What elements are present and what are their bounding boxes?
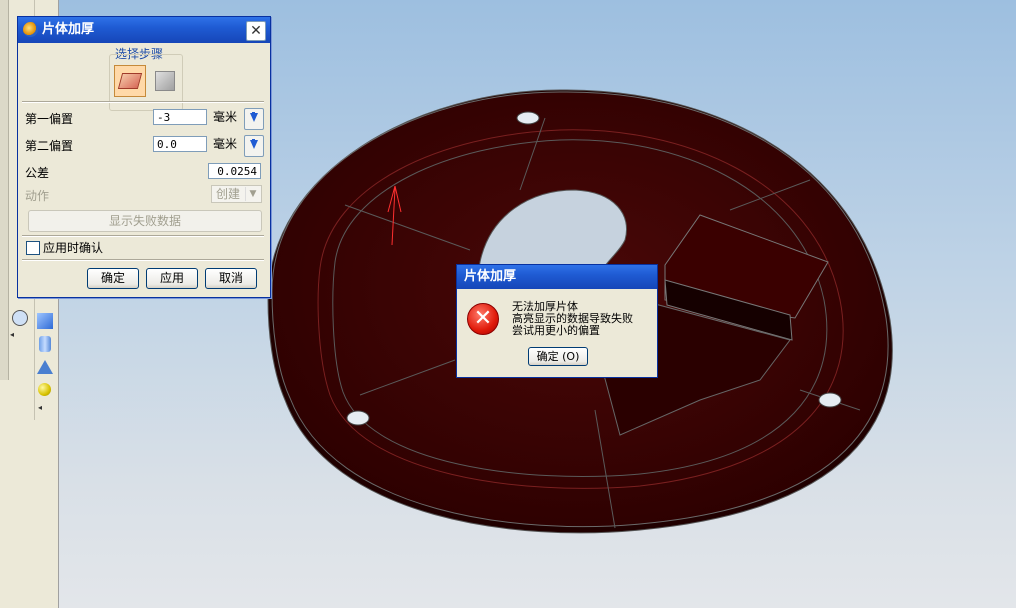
divider xyxy=(22,101,264,103)
bolt-hole xyxy=(346,410,370,426)
close-icon[interactable]: ✕ xyxy=(246,21,266,41)
down-arrow-icon xyxy=(250,140,258,149)
error-title-bar[interactable]: 片体加厚 xyxy=(457,265,657,289)
ok-button[interactable]: 确定 xyxy=(87,268,139,289)
cancel-button[interactable]: 取消 xyxy=(205,268,257,289)
thicken-sheet-dialog: 片体加厚 ✕ 选择步骤 第一偏置 -3 毫米 第二偏置 0.0 毫米 公差 0.… xyxy=(17,16,271,298)
orient-icon[interactable] xyxy=(12,310,28,326)
action-select[interactable]: 创建 ▼ xyxy=(211,185,262,203)
app-icon xyxy=(23,22,38,37)
expand-arrow-icon[interactable]: ◂ xyxy=(38,403,42,412)
first-offset-options-button[interactable] xyxy=(244,108,264,130)
sphere-icon[interactable] xyxy=(38,383,51,396)
action-selected-value: 创建 xyxy=(216,187,241,201)
error-title: 片体加厚 xyxy=(464,269,517,284)
bolt-hole xyxy=(818,392,842,408)
error-message-line-3: 尝试用更小的偏置 xyxy=(512,324,600,337)
confirm-on-apply-checkbox[interactable] xyxy=(26,241,40,255)
first-offset-unit: 毫米 xyxy=(213,110,238,124)
first-offset-input[interactable]: -3 xyxy=(153,109,207,125)
first-offset-label: 第一偏置 xyxy=(25,112,74,126)
show-failure-data-button[interactable]: 显示失败数据 xyxy=(28,210,262,232)
dialog-title-bar[interactable]: 片体加厚 ✕ xyxy=(18,17,270,43)
dialog-title: 片体加厚 xyxy=(42,22,95,37)
down-arrow-icon xyxy=(250,113,258,122)
select-sheet-step-button[interactable] xyxy=(114,65,146,97)
second-offset-options-button[interactable] xyxy=(244,135,264,157)
solid-body-icon xyxy=(155,71,175,91)
confirm-on-apply-label: 应用时确认 xyxy=(43,241,104,255)
sheet-face-icon xyxy=(117,73,143,89)
cylinder-icon[interactable] xyxy=(39,336,51,352)
second-offset-input[interactable]: 0.0 xyxy=(153,136,207,152)
toolbar-strip xyxy=(0,0,9,380)
chevron-down-icon: ▼ xyxy=(245,187,260,201)
tolerance-input[interactable]: 0.0254 xyxy=(208,163,261,179)
divider xyxy=(22,235,264,237)
bolt-hole xyxy=(516,111,540,125)
action-label: 动作 xyxy=(25,189,50,203)
second-offset-label: 第二偏置 xyxy=(25,139,74,153)
second-offset-unit: 毫米 xyxy=(213,137,238,151)
divider xyxy=(22,259,264,261)
cone-icon[interactable] xyxy=(37,360,53,376)
tolerance-label: 公差 xyxy=(25,166,50,180)
error-ok-button[interactable]: 确定 (O) xyxy=(528,347,588,366)
error-icon: ✕ xyxy=(467,303,499,335)
expand-arrow-icon[interactable]: ◂ xyxy=(10,330,14,339)
cube-icon[interactable] xyxy=(37,313,53,329)
error-dialog: 片体加厚 ✕ 无法加厚片体 高亮显示的数据导致失败 尝试用更小的偏置 确定 (O… xyxy=(456,264,658,378)
apply-button[interactable]: 应用 xyxy=(146,268,198,289)
select-body-step-button[interactable] xyxy=(149,65,179,95)
